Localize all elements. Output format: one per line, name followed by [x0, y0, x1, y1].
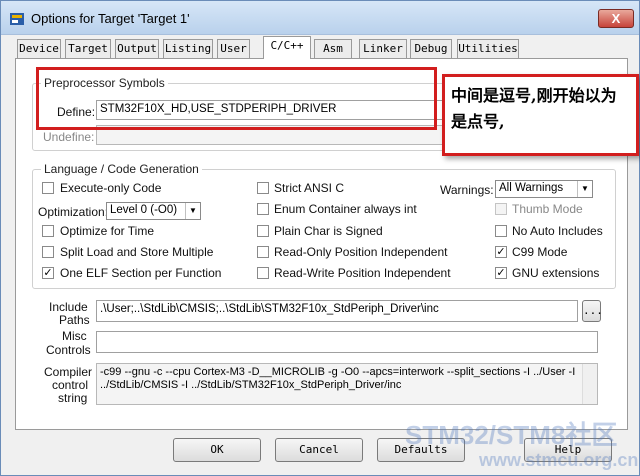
include-label-1: Include — [49, 300, 88, 314]
thumb-mode-checkbox — [495, 203, 507, 215]
enum-container-label: Enum Container always int — [274, 202, 417, 216]
misc-label-2: Controls — [46, 343, 91, 357]
chevron-down-icon: ▼ — [577, 181, 592, 197]
window-title: Options for Target 'Target 1' — [31, 11, 190, 26]
one-elf-checkbox[interactable]: ✓ — [42, 267, 54, 279]
one-elf-label: One ELF Section per Function — [60, 266, 222, 280]
compiler-label-1: Compiler — [44, 365, 93, 379]
warnings-value: All Warnings — [499, 182, 564, 194]
undefine-label: Undefine: — [43, 130, 95, 144]
tab-user[interactable]: User — [217, 39, 250, 59]
tab-utilities[interactable]: Utilities — [457, 39, 519, 59]
execute-only-label: Execute-only Code — [60, 181, 162, 195]
cancel-button[interactable]: Cancel — [275, 438, 363, 462]
include-label-2: Paths — [59, 313, 90, 327]
highlight-box — [36, 67, 437, 130]
warnings-label: Warnings: — [440, 183, 494, 197]
rw-pi-label: Read-Write Position Independent — [274, 266, 451, 280]
ro-pi-checkbox[interactable] — [257, 246, 269, 258]
close-button[interactable]: X — [598, 9, 634, 28]
compiler-line-2: ../StdLib/CMSIS -I ../StdLib/STM32F10x_S… — [100, 379, 402, 391]
compiler-scrollbar[interactable] — [582, 364, 597, 404]
ro-pi-label: Read-Only Position Independent — [274, 245, 448, 259]
include-paths-input[interactable]: .\User;..\StdLib\CMSIS;..\StdLib\STM32F1… — [96, 300, 578, 322]
optimization-label: Optimization: — [38, 205, 109, 219]
optimization-value: Level 0 (-O0) — [110, 204, 178, 216]
optimization-select[interactable]: Level 0 (-O0) ▼ — [106, 202, 201, 220]
split-load-label: Split Load and Store Multiple — [60, 245, 214, 259]
watermark-title: STM32/STM8社区 — [405, 420, 618, 450]
tab-asm[interactable]: Asm — [314, 39, 352, 59]
tab-target[interactable]: Target — [65, 39, 111, 59]
tab-listing[interactable]: Listing — [163, 39, 213, 59]
tab-linker[interactable]: Linker — [359, 39, 407, 59]
c99-mode-label: C99 Mode — [512, 245, 568, 259]
warnings-select[interactable]: All Warnings ▼ — [495, 180, 593, 198]
strict-ansi-label: Strict ANSI C — [274, 181, 345, 195]
tab-c-cpp[interactable]: C/C++ — [263, 36, 311, 59]
c99-mode-checkbox[interactable]: ✓ — [495, 246, 507, 258]
keil-app-icon — [10, 13, 24, 25]
no-auto-includes-label: No Auto Includes — [512, 224, 603, 238]
gnu-ext-label: GNU extensions — [512, 266, 600, 280]
compiler-label-3: string — [58, 391, 88, 405]
split-load-checkbox[interactable] — [42, 246, 54, 258]
compiler-control-string[interactable]: -c99 --gnu -c --cpu Cortex-M3 -D__MICROL… — [96, 363, 598, 405]
gnu-ext-checkbox[interactable]: ✓ — [495, 267, 507, 279]
title-bar: Options for Target 'Target 1' X — [1, 1, 639, 35]
thumb-mode-label: Thumb Mode — [512, 202, 583, 216]
tab-output[interactable]: Output — [115, 39, 159, 59]
misc-controls-input[interactable] — [96, 331, 598, 353]
optimize-time-checkbox[interactable] — [42, 225, 54, 237]
execute-only-checkbox[interactable] — [42, 182, 54, 194]
enum-container-checkbox[interactable] — [257, 203, 269, 215]
compiler-line-1: -c99 --gnu -c --cpu Cortex-M3 -D__MICROL… — [100, 366, 576, 378]
plain-char-checkbox[interactable] — [257, 225, 269, 237]
include-browse-button[interactable]: ... — [582, 300, 603, 322]
tab-debug[interactable]: Debug — [410, 39, 452, 59]
options-dialog: Options for Target 'Target 1' X Device T… — [0, 0, 640, 476]
optimize-time-label: Optimize for Time — [60, 224, 155, 238]
watermark-url: www.stmcu.org.cn — [479, 450, 639, 470]
annotation-callout: 中间是逗号,刚开始以为是点号, — [442, 74, 639, 156]
ok-button[interactable]: OK — [173, 438, 261, 462]
plain-char-label: Plain Char is Signed — [274, 224, 383, 238]
language-group-label: Language / Code Generation — [41, 162, 202, 176]
strict-ansi-checkbox[interactable] — [257, 182, 269, 194]
no-auto-includes-checkbox[interactable] — [495, 225, 507, 237]
chevron-down-icon: ▼ — [185, 203, 200, 219]
compiler-label-2: control — [52, 378, 89, 392]
tab-device[interactable]: Device — [17, 39, 61, 59]
misc-label-1: Misc — [62, 329, 87, 343]
rw-pi-checkbox[interactable] — [257, 267, 269, 279]
